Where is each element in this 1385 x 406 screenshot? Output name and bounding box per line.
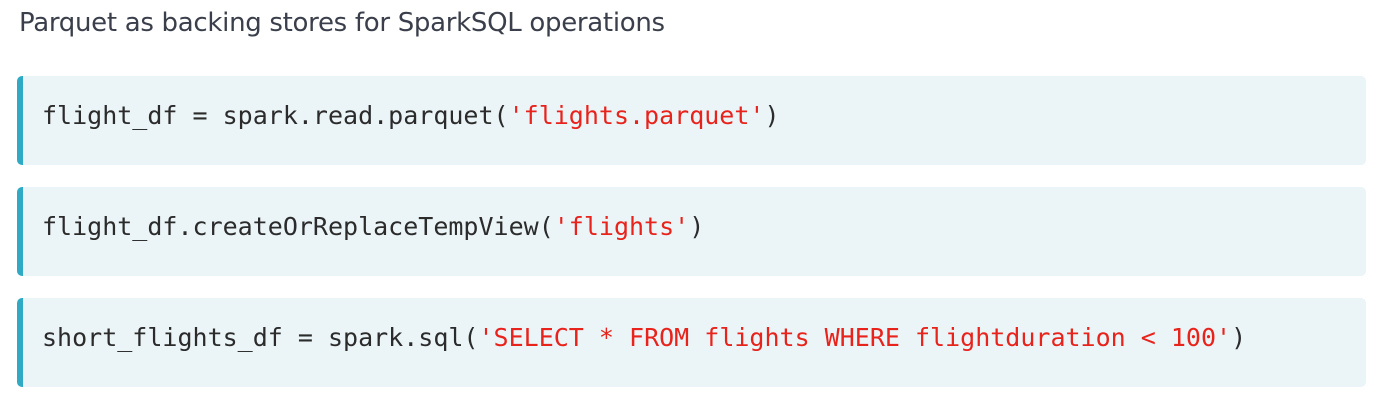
string-literal: 'flights.parquet' [508, 101, 765, 130]
code-text: ) [689, 212, 705, 241]
code-block-spark-sql[interactable]: short_flights_df = spark.sql('SELECT * F… [17, 298, 1366, 387]
code-text: flight_df.createOrReplaceTempView( [42, 212, 554, 241]
code-block-create-temp-view[interactable]: flight_df.createOrReplaceTempView('fligh… [17, 187, 1366, 276]
code-text: flight_df = spark.read.parquet( [42, 101, 509, 130]
string-literal: 'flights' [553, 212, 690, 241]
code-line: flight_df.createOrReplaceTempView('fligh… [42, 211, 704, 243]
code-text: short_flights_df = spark.sql( [42, 323, 479, 352]
code-block-read-parquet[interactable]: flight_df = spark.read.parquet('flights.… [17, 76, 1366, 165]
code-text: ) [764, 101, 780, 130]
code-line: short_flights_df = spark.sql('SELECT * F… [42, 322, 1246, 354]
string-literal: 'SELECT * FROM flights WHERE flightdurat… [478, 323, 1232, 352]
section-heading: Parquet as backing stores for SparkSQL o… [19, 8, 665, 38]
code-text: ) [1231, 323, 1247, 352]
code-line: flight_df = spark.read.parquet('flights.… [42, 100, 780, 132]
